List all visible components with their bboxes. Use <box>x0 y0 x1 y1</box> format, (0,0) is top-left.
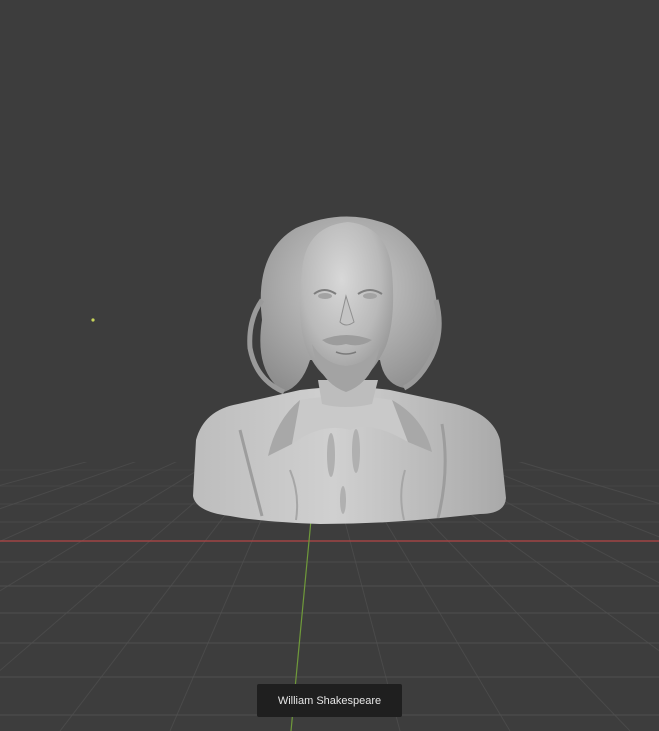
light-marker-icon[interactable] <box>91 318 95 322</box>
3d-viewport[interactable]: William Shakespeare <box>0 0 659 731</box>
active-object-label: William Shakespeare <box>257 684 402 717</box>
viewport-scene[interactable] <box>0 0 659 731</box>
